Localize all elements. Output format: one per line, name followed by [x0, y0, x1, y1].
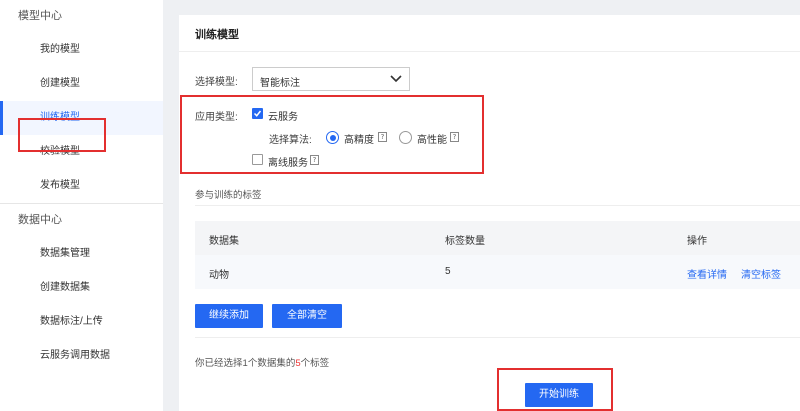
- check-icon: [253, 110, 262, 117]
- sidebar-item-publish-model[interactable]: 发布模型: [0, 169, 163, 203]
- cloud-service-checkbox[interactable]: [252, 108, 263, 119]
- help-icon[interactable]: ?: [378, 132, 387, 142]
- offline-service-label: 离线服务: [268, 158, 308, 169]
- title-divider: [179, 51, 800, 52]
- sidebar-item-create-model[interactable]: 创建模型: [0, 67, 163, 101]
- table-header: 数据集 标签数量 操作: [195, 221, 800, 255]
- sidebar-item-create-dataset[interactable]: 创建数据集: [0, 271, 163, 305]
- sidebar-item-dataset-management[interactable]: 数据集管理: [0, 237, 163, 271]
- chevron-down-icon: [390, 75, 402, 83]
- table-row: 动物 5 查看详情 清空标签: [195, 255, 800, 289]
- header-dataset: 数据集: [209, 236, 239, 247]
- row-tag-count: 5: [445, 266, 451, 277]
- app-type-label: 应用类型:: [195, 112, 238, 123]
- offline-service-checkbox[interactable]: [252, 154, 263, 165]
- select-model-label: 选择模型:: [195, 77, 238, 88]
- bottom-divider: [195, 337, 800, 338]
- sidebar-group-model-center: 模型中心: [18, 10, 62, 22]
- summary-prefix: 你已经选择: [195, 358, 243, 369]
- high-performance-label: 高性能: [417, 135, 447, 146]
- header-actions: 操作: [687, 236, 707, 247]
- view-details-link[interactable]: 查看详情: [687, 266, 727, 281]
- sidebar-item-data-labeling-upload[interactable]: 数据标注/上传: [0, 305, 163, 339]
- high-precision-label: 高精度: [344, 135, 374, 146]
- model-select-value: 智能标注: [260, 78, 300, 89]
- help-icon[interactable]: ?: [310, 155, 319, 165]
- model-select[interactable]: 智能标注: [252, 67, 410, 91]
- summary-mid: 个数据集的: [247, 358, 296, 369]
- radio-high-performance[interactable]: [399, 131, 412, 144]
- algorithm-label: 选择算法:: [269, 135, 312, 146]
- section-divider: [195, 205, 800, 206]
- sidebar-item-cloud-service-data[interactable]: 云服务调用数据: [0, 339, 163, 373]
- sidebar-item-my-models[interactable]: 我的模型: [0, 33, 163, 67]
- sidebar-item-validate-model[interactable]: 校验模型: [0, 135, 163, 169]
- main-panel: 训练模型 选择模型: 智能标注 应用类型: 云服务 选择算法: 高精度 ? 高性…: [179, 15, 800, 411]
- clear-all-button[interactable]: 全部清空: [272, 304, 342, 328]
- summary-suffix: 个标签: [300, 358, 330, 369]
- continue-add-button[interactable]: 继续添加: [195, 304, 263, 328]
- start-training-button[interactable]: 开始训练: [525, 383, 593, 407]
- radio-high-precision[interactable]: [326, 131, 339, 144]
- sidebar-group-data-center: 数据中心: [18, 214, 62, 226]
- selection-summary: 你已经选择1个数据集的5个标签: [195, 355, 329, 369]
- sidebar: 模型中心 我的模型 创建模型 训练模型 校验模型 发布模型 数据中心 数据集管理…: [0, 0, 163, 411]
- cloud-service-label: 云服务: [268, 112, 298, 123]
- row-dataset: 动物: [209, 270, 229, 281]
- tags-section-label: 参与训练的标签: [195, 190, 262, 201]
- page-title: 训练模型: [195, 29, 239, 41]
- help-icon[interactable]: ?: [450, 132, 459, 142]
- sidebar-item-train-model[interactable]: 训练模型: [0, 101, 163, 135]
- clear-tags-link[interactable]: 清空标签: [741, 266, 781, 281]
- header-tag-count: 标签数量: [445, 236, 485, 247]
